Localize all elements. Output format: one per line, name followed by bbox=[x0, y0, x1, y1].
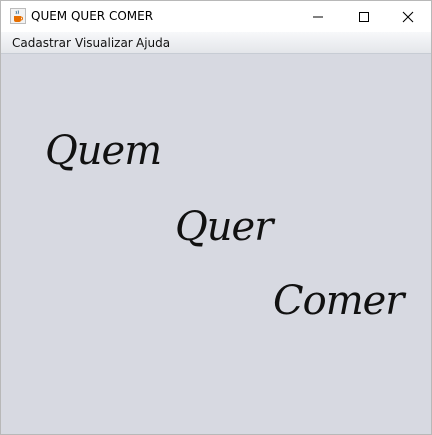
menu-bar: Cadastrar Visualizar Ajuda bbox=[1, 32, 431, 54]
window-title: QUEM QUER COMER bbox=[31, 9, 154, 23]
maximize-icon bbox=[359, 11, 369, 22]
minimize-button[interactable] bbox=[295, 1, 341, 32]
word-quer: Quer bbox=[175, 204, 273, 250]
java-cup-icon bbox=[10, 8, 26, 24]
app-window: QUEM QUER COMER Cadastrar Visualizar Aju… bbox=[0, 0, 432, 435]
menu-cadastrar[interactable]: Cadastrar bbox=[12, 36, 71, 50]
word-quem: Quem bbox=[45, 128, 162, 174]
close-button[interactable] bbox=[385, 1, 431, 32]
title-bar[interactable]: QUEM QUER COMER bbox=[1, 1, 431, 32]
word-comer: Comer bbox=[273, 278, 404, 324]
maximize-button[interactable] bbox=[341, 1, 387, 32]
main-panel: Quem Quer Comer bbox=[1, 54, 431, 434]
menu-visualizar[interactable]: Visualizar bbox=[75, 36, 133, 50]
close-icon bbox=[402, 11, 414, 22]
menu-ajuda[interactable]: Ajuda bbox=[136, 36, 170, 50]
minimize-icon bbox=[313, 16, 323, 17]
